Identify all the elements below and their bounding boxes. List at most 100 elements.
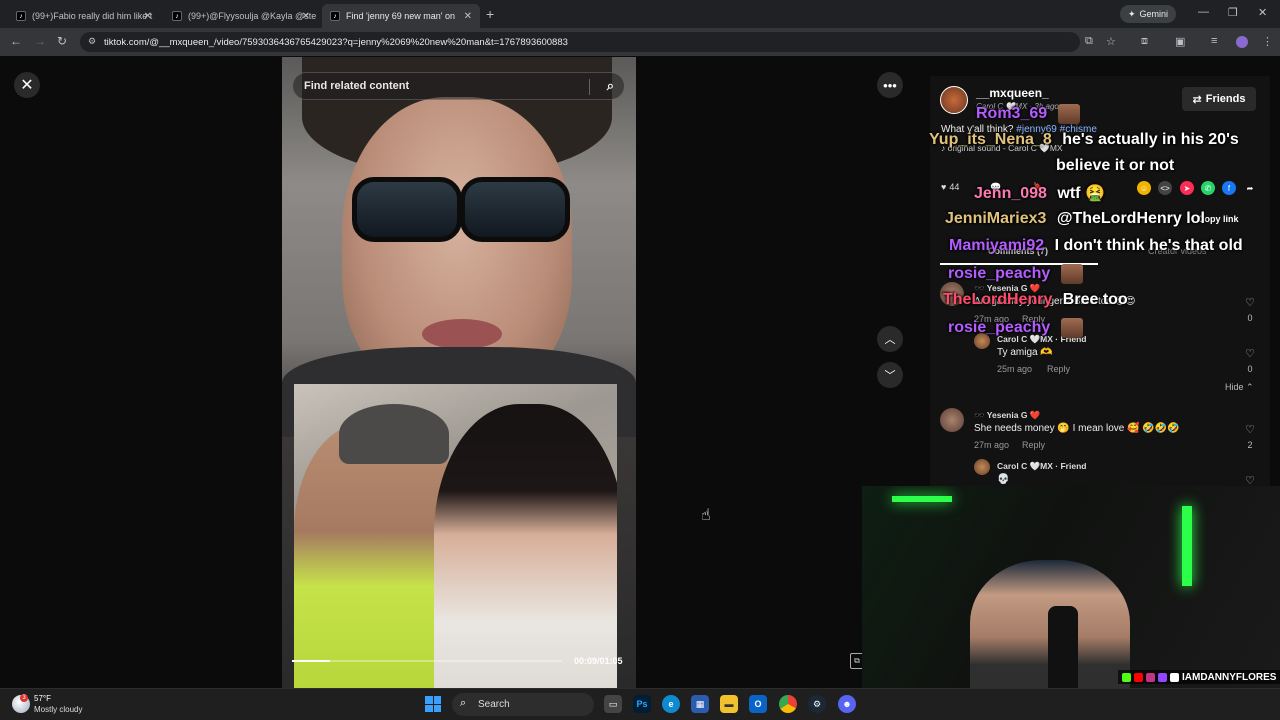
file-explorer-icon[interactable]: ▬ [720, 695, 738, 713]
green-light-strip [1182, 506, 1192, 586]
weather-badge: 3 [20, 694, 28, 702]
store-icon[interactable]: ▦ [691, 695, 709, 713]
chat-line: TheLordHenry Bree too [943, 291, 1128, 309]
chat-line: believe it or not [1056, 157, 1174, 175]
url-bar[interactable]: ⚙ tiktok.com/@__mxqueen_/video/759303643… [80, 32, 1080, 52]
close-tab-icon[interactable]: ✕ [144, 11, 152, 22]
reload-icon[interactable]: ↻ [57, 34, 67, 48]
swap-icon: ⇄ [1192, 93, 1202, 106]
taskbar-search-label: Search [478, 699, 510, 710]
previous-video-button[interactable]: ︿ [877, 326, 903, 352]
tiktok-icon: ♪ [330, 11, 340, 21]
reply-like-icon[interactable]: ♡ [1242, 347, 1258, 360]
microphone [1048, 606, 1078, 692]
restore-icon[interactable]: ❐ [1228, 6, 1238, 19]
code-icon[interactable]: <> [1158, 181, 1172, 195]
weather-desc[interactable]: Mostly cloudy [34, 705, 82, 714]
comment-like-icon[interactable]: ♡ [1242, 423, 1258, 436]
author-avatar[interactable] [940, 86, 968, 114]
video-frame-glasses-left [352, 177, 462, 242]
close-window-icon[interactable]: ✕ [1258, 6, 1267, 19]
browser-tab-3[interactable]: ♪ Find 'jenny 69 new man' on ✕ [322, 4, 480, 28]
browser-tab-2[interactable]: ♪ (99+)@Flyysoulja @Kayla @ste ✕ [164, 4, 318, 28]
weather-temp[interactable]: 57°F [34, 694, 51, 703]
chat-message: he's actually in his 20's [1062, 131, 1239, 148]
profile-avatar[interactable] [1236, 36, 1248, 48]
chat-line: Jenn_098 wtf 🤮 [974, 183, 1105, 203]
video-progress-bar[interactable] [292, 660, 562, 662]
discord-icon[interactable]: ☻ [838, 695, 856, 713]
next-video-button[interactable]: ﹀ [877, 362, 903, 388]
whatsapp-icon[interactable]: ✆ [1201, 181, 1215, 195]
send-icon[interactable]: ➤ [1180, 181, 1194, 195]
comment-like-count: 2 [1247, 440, 1253, 450]
author-name[interactable]: __mxqueen_ [976, 86, 1049, 100]
comment-time: 27m ago [974, 440, 1010, 450]
reply-link[interactable]: Reply [1047, 364, 1070, 374]
install-icon[interactable]: ⧉ [1085, 35, 1093, 48]
chat-line: rosie_peachy [948, 318, 1083, 338]
taskbar-search[interactable]: ⌕ Search [452, 693, 594, 716]
comment-like-icon[interactable]: ♡ [1242, 296, 1258, 309]
video-frame-lips [422, 319, 502, 349]
more-icon: ••• [883, 77, 897, 93]
share-arrow-icon[interactable]: ➦ [1243, 181, 1257, 195]
reply-link[interactable]: Reply [1022, 440, 1045, 450]
search-placeholder: Find related content [304, 80, 410, 92]
twitch-icon [1158, 672, 1167, 682]
extensions-icon[interactable]: ⧈ [1141, 35, 1148, 48]
chat-emote-icon [1060, 264, 1083, 284]
browser-tab-1[interactable]: ♪ (99+)Fabio really did him like t ✕ [8, 4, 160, 28]
browser-menu-icon[interactable]: ⋮ [1262, 35, 1273, 48]
outlook-icon[interactable]: O [749, 695, 767, 713]
reply-time: 25m ago [997, 364, 1033, 374]
reply-author[interactable]: Carol C 🤍MX · Friend [997, 461, 1086, 472]
forward-icon[interactable]: → [34, 34, 46, 48]
friends-button[interactable]: ⇄ Friends [1182, 87, 1256, 111]
media-icon[interactable]: ≡ [1211, 35, 1217, 47]
minimize-icon[interactable]: — [1198, 6, 1209, 18]
embed-icon[interactable]: ☺ [1137, 181, 1151, 195]
chrome-icon[interactable] [779, 695, 797, 713]
chat-username: Jenn_098 [974, 185, 1047, 202]
related-search-input[interactable]: Find related content ⌕ [292, 72, 625, 100]
steam-icon[interactable]: ⚙ [808, 695, 826, 713]
facebook-icon[interactable]: f [1222, 181, 1236, 195]
edge-icon[interactable]: e [662, 695, 680, 713]
back-icon[interactable]: ← [10, 34, 22, 48]
chat-message: wtf 🤮 [1057, 185, 1105, 202]
hide-replies-button[interactable]: Hide ⌃ [1225, 382, 1254, 393]
close-viewer-button[interactable]: ✕ [14, 72, 40, 98]
chat-message: I don't think he's that old [1054, 237, 1243, 254]
close-tab-icon[interactable]: ✕ [464, 11, 472, 22]
chat-emote-icon [1057, 104, 1080, 124]
video-time: 00:09/01:05 [574, 656, 623, 666]
task-view-icon[interactable]: ▭ [604, 695, 622, 713]
site-info-icon[interactable]: ⚙ [88, 36, 96, 47]
photoshop-icon[interactable]: Ps [633, 695, 651, 713]
search-icon[interactable]: ⌕ [607, 78, 614, 94]
sidepanel-icon[interactable]: ▣ [1175, 35, 1185, 48]
chat-message: believe it or not [1056, 157, 1175, 174]
tab-title: (99+)@Flyysoulja @Kayla @ste [188, 11, 317, 21]
replier-avatar[interactable] [974, 459, 990, 475]
bookmark-star-icon[interactable]: ☆ [1106, 35, 1116, 48]
chat-username: Mamiyami92 [949, 237, 1045, 254]
chat-username: rosie_peachy [948, 319, 1051, 337]
windows-start-icon[interactable] [425, 696, 441, 712]
commenter-avatar[interactable] [940, 408, 964, 432]
video-player[interactable] [282, 57, 636, 688]
new-tab-button[interactable]: + [486, 6, 494, 22]
streamer-handle-tag: IAMDANNYFLORES [1118, 670, 1280, 684]
windows-taskbar: 3 57°F Mostly cloudy ⌕ Search ▭ Ps e ▦ ▬… [0, 688, 1280, 720]
gemini-button[interactable]: ✦ Gemini [1120, 5, 1177, 23]
youtube-icon [1134, 672, 1143, 682]
close-tab-icon[interactable]: ✕ [302, 11, 310, 22]
video-progress-fill [292, 660, 330, 662]
comment-author[interactable]: 🕶️ Yesenia G ❤️ [974, 410, 1040, 421]
tab-title: Find 'jenny 69 new man' on [346, 11, 456, 21]
chat-username: Yup_its_Nena_8 [929, 131, 1052, 148]
chat-username: rosie_peachy [948, 265, 1051, 283]
like-stat[interactable]: ♥ 44 [941, 182, 959, 192]
more-options-button[interactable]: ••• [877, 72, 903, 98]
